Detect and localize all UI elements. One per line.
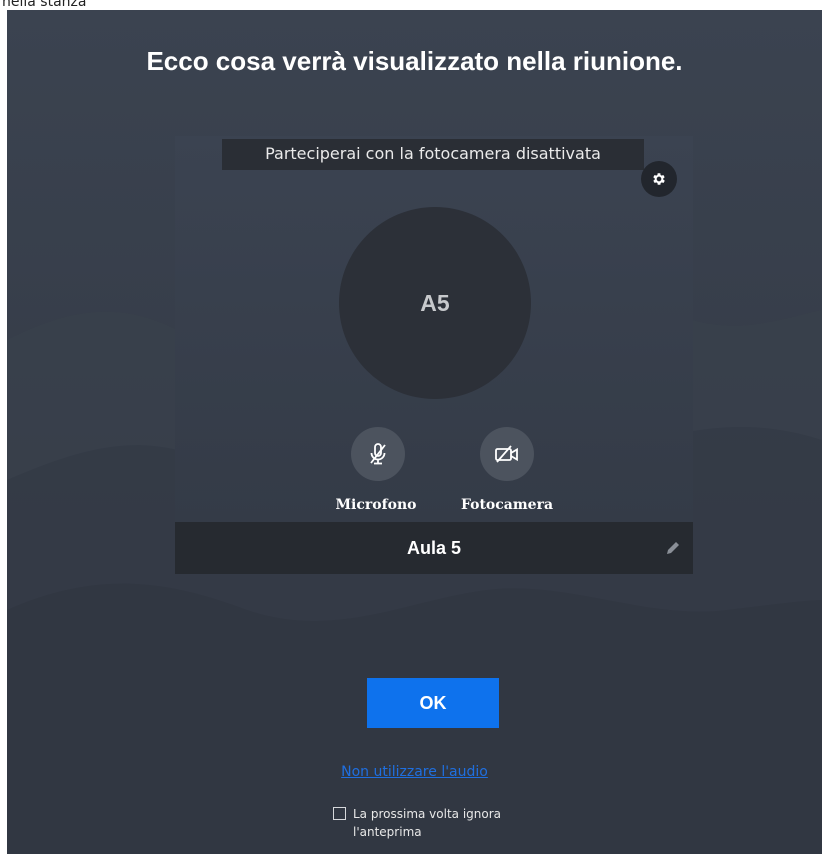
- window-title: nella stanza: [2, 0, 87, 10]
- microphone-label: Microfono: [335, 497, 417, 513]
- skip-preview-label-line1: La prossima volta ignora: [353, 807, 502, 821]
- avatar: A5: [339, 207, 531, 399]
- microphone-muted-icon: [370, 443, 386, 465]
- display-name-bar: Aula 5: [175, 522, 693, 574]
- microphone-toggle-button[interactable]: [351, 427, 405, 481]
- edit-name-button[interactable]: [663, 538, 683, 558]
- camera-label: Fotocamera: [460, 497, 554, 513]
- display-name: Aula 5: [406, 538, 462, 558]
- camera-off-icon: [495, 445, 518, 463]
- avatar-initials: A5: [420, 289, 450, 316]
- settings-button[interactable]: [641, 161, 677, 197]
- no-audio-link[interactable]: Non utilizzare l'audio: [7, 764, 822, 780]
- skip-preview-checkbox[interactable]: [333, 807, 346, 820]
- page-title: Ecco cosa verrà visualizzato nella riuni…: [146, 46, 683, 76]
- preview-dialog: Ecco cosa verrà visualizzato nella riuni…: [7, 10, 822, 854]
- gear-icon: [653, 173, 665, 185]
- video-preview-card: Parteciperai con la fotocamera disattiva…: [175, 136, 693, 574]
- skip-preview-label-line2: l'anteprima: [353, 825, 422, 839]
- camera-toggle-button[interactable]: [480, 427, 534, 481]
- ok-button[interactable]: OK: [367, 678, 499, 728]
- pencil-icon: [667, 542, 679, 554]
- camera-status-banner: Parteciperai con la fotocamera disattiva…: [222, 139, 644, 170]
- skip-preview-label: La prossima volta ignora l'anteprima: [353, 805, 553, 841]
